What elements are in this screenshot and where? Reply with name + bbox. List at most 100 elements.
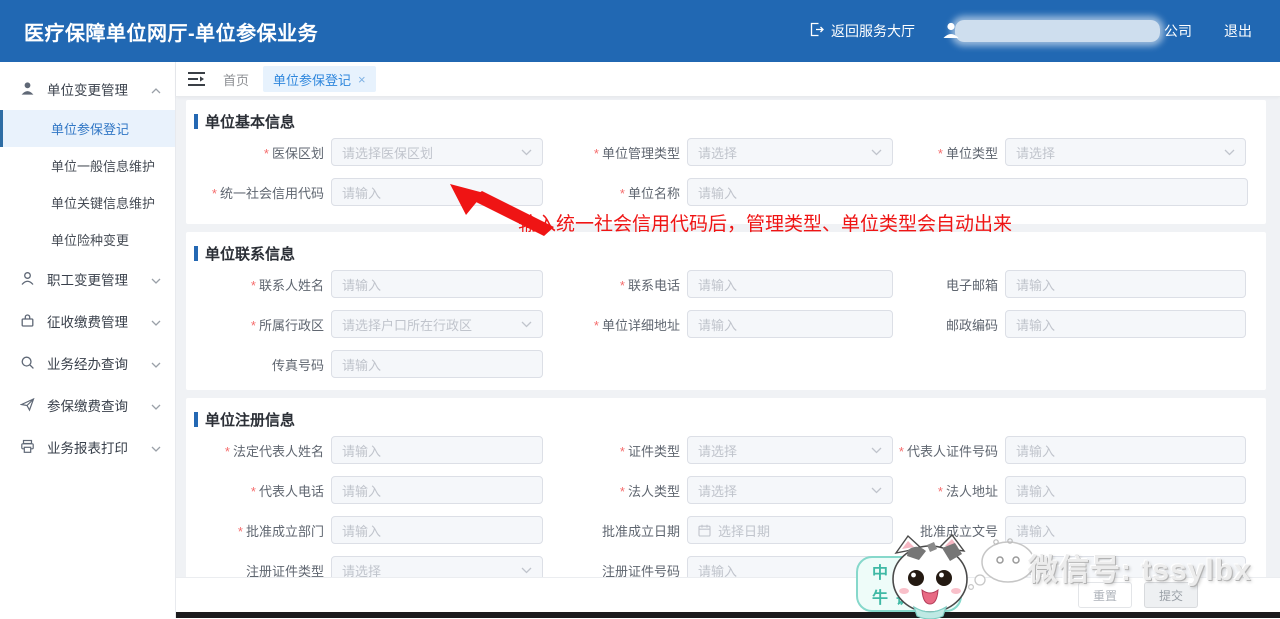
field-select[interactable]: 请选择	[331, 556, 543, 578]
field-select[interactable]: 请选择	[1005, 138, 1246, 166]
sidebar-group-label: 单位变更管理	[47, 79, 151, 99]
chevron-down-icon	[151, 440, 161, 455]
placeholder-text: 请选择	[698, 143, 871, 162]
placeholder-text: 请选择	[698, 441, 871, 460]
field-label: *批准成立部门	[186, 521, 331, 540]
field-label: *法定代表人姓名	[186, 441, 331, 460]
field-select[interactable]: 请选择	[687, 436, 893, 464]
chevron-down-icon	[151, 398, 161, 413]
field-label: *单位名称	[543, 183, 687, 202]
form-field: *法人类型请选择	[543, 476, 893, 504]
logout-button[interactable]: 退出	[1224, 21, 1252, 41]
field-label: *单位类型	[893, 143, 1005, 162]
field-label: *法人类型	[543, 481, 687, 500]
chevron-down-icon	[871, 447, 882, 454]
form-area: 单位基本信息*医保区划请选择医保区划*单位管理类型请选择*单位类型请选择*统一社…	[176, 96, 1280, 578]
field-input[interactable]: 请输入	[331, 476, 543, 504]
sidebar-item[interactable]: 单位险种变更	[0, 221, 175, 258]
field-label: *联系电话	[543, 275, 687, 294]
form-row: *代表人电话请输入*法人类型请选择*法人地址请输入	[186, 470, 1266, 510]
field-select[interactable]: 请选择医保区划	[331, 138, 543, 166]
form-row: *批准成立部门请输入批准成立日期选择日期批准成立文号请输入	[186, 510, 1266, 550]
field-select[interactable]: 请选择	[687, 476, 893, 504]
field-input[interactable]: 请输入	[1005, 476, 1246, 504]
calendar-icon	[698, 524, 711, 537]
printer-icon	[20, 439, 36, 455]
field-label: *代表人证件号码	[893, 441, 1005, 460]
form-field: 邮政编码请输入	[893, 310, 1246, 338]
sidebar-item[interactable]: 单位参保登记	[0, 110, 175, 147]
field-input[interactable]: 请输入	[331, 350, 543, 378]
form-field: 电子邮箱请输入	[893, 270, 1246, 298]
sidebar-group-1[interactable]: 职工变更管理	[0, 258, 175, 300]
field-input[interactable]: 请输入	[687, 270, 893, 298]
sidebar-group-3[interactable]: 业务经办查询	[0, 342, 175, 384]
placeholder-text: 选择日期	[718, 521, 882, 540]
sidebar-item[interactable]: 单位一般信息维护	[0, 147, 175, 184]
section-title-bar	[194, 114, 198, 129]
form-field: *代表人证件号码请输入	[893, 436, 1246, 464]
form-field: *医保区划请选择医保区划	[186, 138, 543, 166]
field-label: 传真号码	[186, 355, 331, 374]
sidebar-group-5[interactable]: 业务报表打印	[0, 426, 175, 468]
exit-door-icon	[809, 22, 824, 40]
form-field: *单位管理类型请选择	[543, 138, 893, 166]
sidebar-group-4[interactable]: 参保缴费查询	[0, 384, 175, 426]
placeholder-text: 请输入	[1016, 275, 1235, 294]
field-input[interactable]: 请输入	[1005, 516, 1246, 544]
back-to-hall-link[interactable]: 返回服务大厅	[809, 21, 915, 41]
required-asterisk: *	[251, 484, 256, 499]
section-title: 单位联系信息	[186, 242, 1266, 264]
field-input[interactable]: 请输入	[1005, 436, 1246, 464]
close-icon[interactable]: ×	[358, 72, 366, 87]
header-right: 返回服务大厅 公司 退出	[809, 20, 1280, 43]
sidebar-group-2[interactable]: 征收缴费管理	[0, 300, 175, 342]
field-input[interactable]: 请输入	[687, 310, 893, 338]
field-input[interactable]: 请输入	[331, 436, 543, 464]
person-icon	[20, 271, 36, 287]
field-label: *医保区划	[186, 143, 331, 162]
field-input[interactable]: 请输入	[331, 516, 543, 544]
field-input[interactable]: 请输入	[1005, 310, 1246, 338]
field-label: *所属行政区	[186, 315, 331, 334]
field-input[interactable]: 请输入	[1005, 270, 1246, 298]
placeholder-text: 请输入	[698, 183, 1237, 202]
form-row: *医保区划请选择医保区划*单位管理类型请选择*单位类型请选择	[186, 132, 1266, 172]
sidebar-group-label: 业务报表打印	[47, 437, 151, 457]
sidebar-group-label: 职工变更管理	[47, 269, 151, 289]
sidebar-item[interactable]: 单位关键信息维护	[0, 184, 175, 221]
field-input[interactable]: 请输入	[687, 178, 1248, 206]
sidebar-group-0[interactable]: 单位变更管理	[0, 68, 175, 110]
company-suffix: 公司	[1164, 21, 1192, 41]
sidebar-menu: 单位变更管理单位参保登记单位一般信息维护单位关键信息维护单位险种变更职工变更管理…	[0, 68, 175, 468]
placeholder-text: 请选择	[1016, 143, 1224, 162]
section-title: 单位基本信息	[186, 110, 1266, 132]
tab-unit-register[interactable]: 单位参保登记 ×	[263, 66, 376, 92]
placeholder-text: 请选择	[698, 481, 871, 500]
field-label: 注册证件号码	[543, 561, 687, 579]
field-date[interactable]: 选择日期	[687, 516, 893, 544]
placeholder-text: 请选择	[342, 561, 521, 579]
field-select[interactable]: 请选择户口所在行政区	[331, 310, 543, 338]
placeholder-text: 请输入	[698, 561, 882, 579]
chevron-down-icon	[871, 149, 882, 156]
required-asterisk: *	[225, 444, 230, 459]
form-field: 批准成立日期选择日期	[543, 516, 893, 544]
form-row: *统一社会信用代码请输入*单位名称请输入	[186, 172, 1266, 212]
field-label: *联系人姓名	[186, 275, 331, 294]
form-field: 传真号码请输入	[186, 350, 543, 378]
page-title: 医疗保障单位网厅-单位参保业务	[0, 17, 318, 46]
field-label: *统一社会信用代码	[186, 183, 331, 202]
required-asterisk: *	[594, 318, 599, 333]
collapse-menu-icon[interactable]	[188, 72, 205, 86]
section-title-text: 单位联系信息	[205, 243, 295, 264]
required-asterisk: *	[620, 278, 625, 293]
placeholder-text: 请输入	[1016, 441, 1235, 460]
tab-home[interactable]: 首页	[223, 70, 249, 89]
required-asterisk: *	[899, 444, 904, 459]
required-asterisk: *	[620, 186, 625, 201]
tab-bar: 首页 单位参保登记 ×	[176, 62, 1280, 97]
field-input[interactable]: 请输入	[331, 270, 543, 298]
user-info[interactable]: 公司	[941, 20, 1192, 43]
field-select[interactable]: 请选择	[687, 138, 893, 166]
